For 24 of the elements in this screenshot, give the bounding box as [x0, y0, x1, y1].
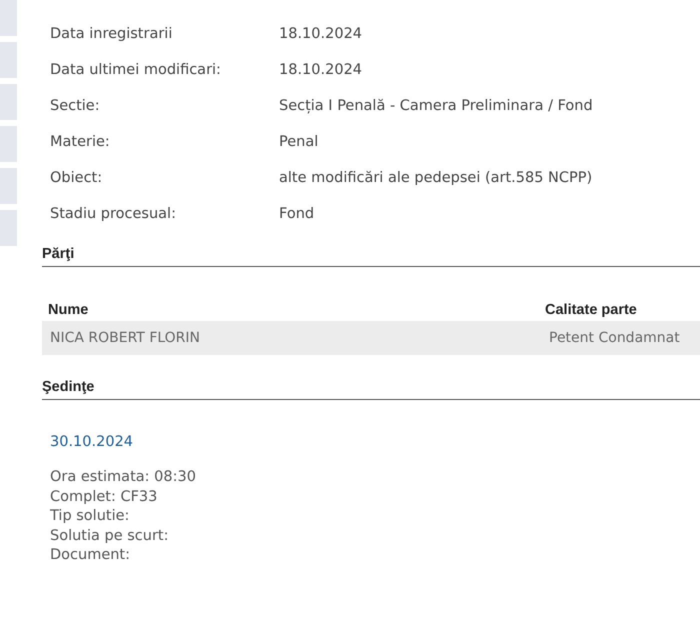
- field-label: Materie:: [50, 134, 111, 150]
- hearing-detail: Tip solutie:: [50, 507, 130, 526]
- field-value: Penal: [279, 134, 318, 150]
- hearing-detail: Document:: [50, 546, 132, 565]
- field-label: Data ultimei modificari:: [50, 62, 222, 78]
- table-cell-text: Petent Condamnat: [548, 330, 680, 346]
- hearing-date-link[interactable]: 30.10.2024: [50, 434, 134, 450]
- hearing-detail: Complet: CF33: [50, 488, 158, 506]
- hearing-detail: Solutia pe scurt:: [50, 526, 170, 546]
- field-value: Secția I Penală - Camera Preliminara / Fond: [279, 98, 593, 114]
- field-value: 18.10.2024: [279, 26, 362, 42]
- field-label: Stadiu procesual:: [50, 206, 177, 222]
- section-heading: Şedinţe: [42, 379, 700, 400]
- field-label: Obiect:: [50, 170, 104, 186]
- field-label: Data inregistrarii: [50, 26, 174, 42]
- column-header: Calitate parte: [545, 302, 637, 318]
- field-label: Sectie:: [50, 98, 101, 114]
- hearing-detail: Ora estimata: 08:30: [50, 468, 197, 487]
- field-value: 18.10.2024: [279, 62, 362, 78]
- field-value: Fond: [279, 206, 314, 222]
- section-heading: Părţi: [42, 246, 700, 267]
- field-value: alte modificări ale pedepsei (art.585 NCPP): [279, 170, 592, 186]
- table-cell-text: NICA ROBERT FLORIN: [49, 330, 202, 346]
- column-header: Nume: [47, 302, 90, 318]
